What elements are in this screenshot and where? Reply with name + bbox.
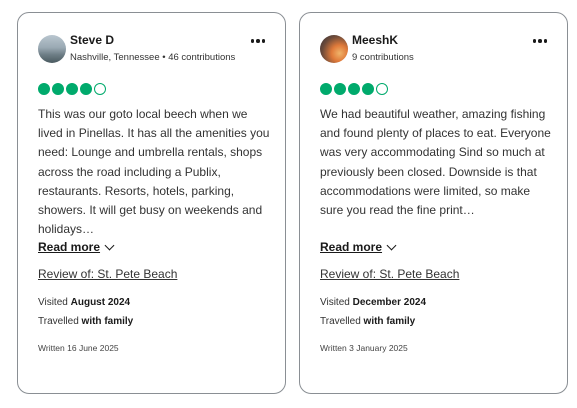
written-date: Written 3 January 2025	[320, 343, 408, 353]
rating-bubble-empty	[376, 83, 388, 95]
more-options-icon[interactable]	[532, 39, 547, 43]
travelled-value: with family	[363, 316, 416, 327]
review-of-link[interactable]: Review of: St. Pete Beach	[38, 267, 177, 281]
rating-bubble-filled	[334, 83, 346, 95]
more-options-icon[interactable]	[250, 39, 265, 43]
read-more-label: Read more	[320, 240, 383, 254]
rating-bubble-filled	[348, 83, 360, 95]
read-more-link[interactable]: Read more	[320, 240, 397, 254]
rating-bubble-filled	[80, 83, 92, 95]
visited-label: Visited	[320, 297, 350, 308]
visited-label: Visited	[38, 297, 68, 308]
avatar[interactable]	[38, 35, 66, 63]
review-card: MeeshK 9 contributions We had beautiful …	[299, 12, 568, 394]
visited-info: Visited December 2024	[320, 297, 426, 308]
rating-bubble-empty	[94, 83, 106, 95]
chevron-down-icon	[386, 240, 397, 250]
travelled-label: Travelled	[320, 316, 361, 327]
review-card: Steve D Nashville, Tennessee • 46 contri…	[17, 12, 286, 394]
rating-bubbles	[38, 83, 106, 95]
travelled-value: with family	[81, 316, 134, 327]
read-more-link[interactable]: Read more	[38, 240, 115, 254]
rating-bubble-filled	[66, 83, 78, 95]
review-text: This was our goto local beech when we li…	[38, 107, 270, 237]
rating-bubble-filled	[320, 83, 332, 95]
review-of-link[interactable]: Review of: St. Pete Beach	[320, 267, 459, 281]
rating-bubble-filled	[362, 83, 374, 95]
user-meta: 9 contributions	[352, 52, 414, 63]
rating-bubbles	[320, 83, 388, 95]
travelled-label: Travelled	[38, 316, 79, 327]
rating-bubble-filled	[52, 83, 64, 95]
user-name[interactable]: Steve D	[70, 33, 114, 47]
rating-bubble-filled	[38, 83, 50, 95]
user-meta: Nashville, Tennessee • 46 contributions	[70, 52, 236, 63]
review-text: We had beautiful weather, amazing fishin…	[320, 107, 551, 218]
avatar[interactable]	[320, 35, 348, 63]
visited-value: August 2024	[70, 297, 131, 308]
user-name[interactable]: MeeshK	[352, 33, 398, 47]
chevron-down-icon	[104, 240, 115, 250]
visited-value: December 2024	[352, 297, 427, 308]
read-more-label: Read more	[38, 240, 101, 254]
travelled-info: Travelled with family	[38, 316, 133, 327]
written-date: Written 16 June 2025	[38, 343, 119, 353]
visited-info: Visited August 2024	[38, 297, 130, 308]
travelled-info: Travelled with family	[320, 316, 415, 327]
